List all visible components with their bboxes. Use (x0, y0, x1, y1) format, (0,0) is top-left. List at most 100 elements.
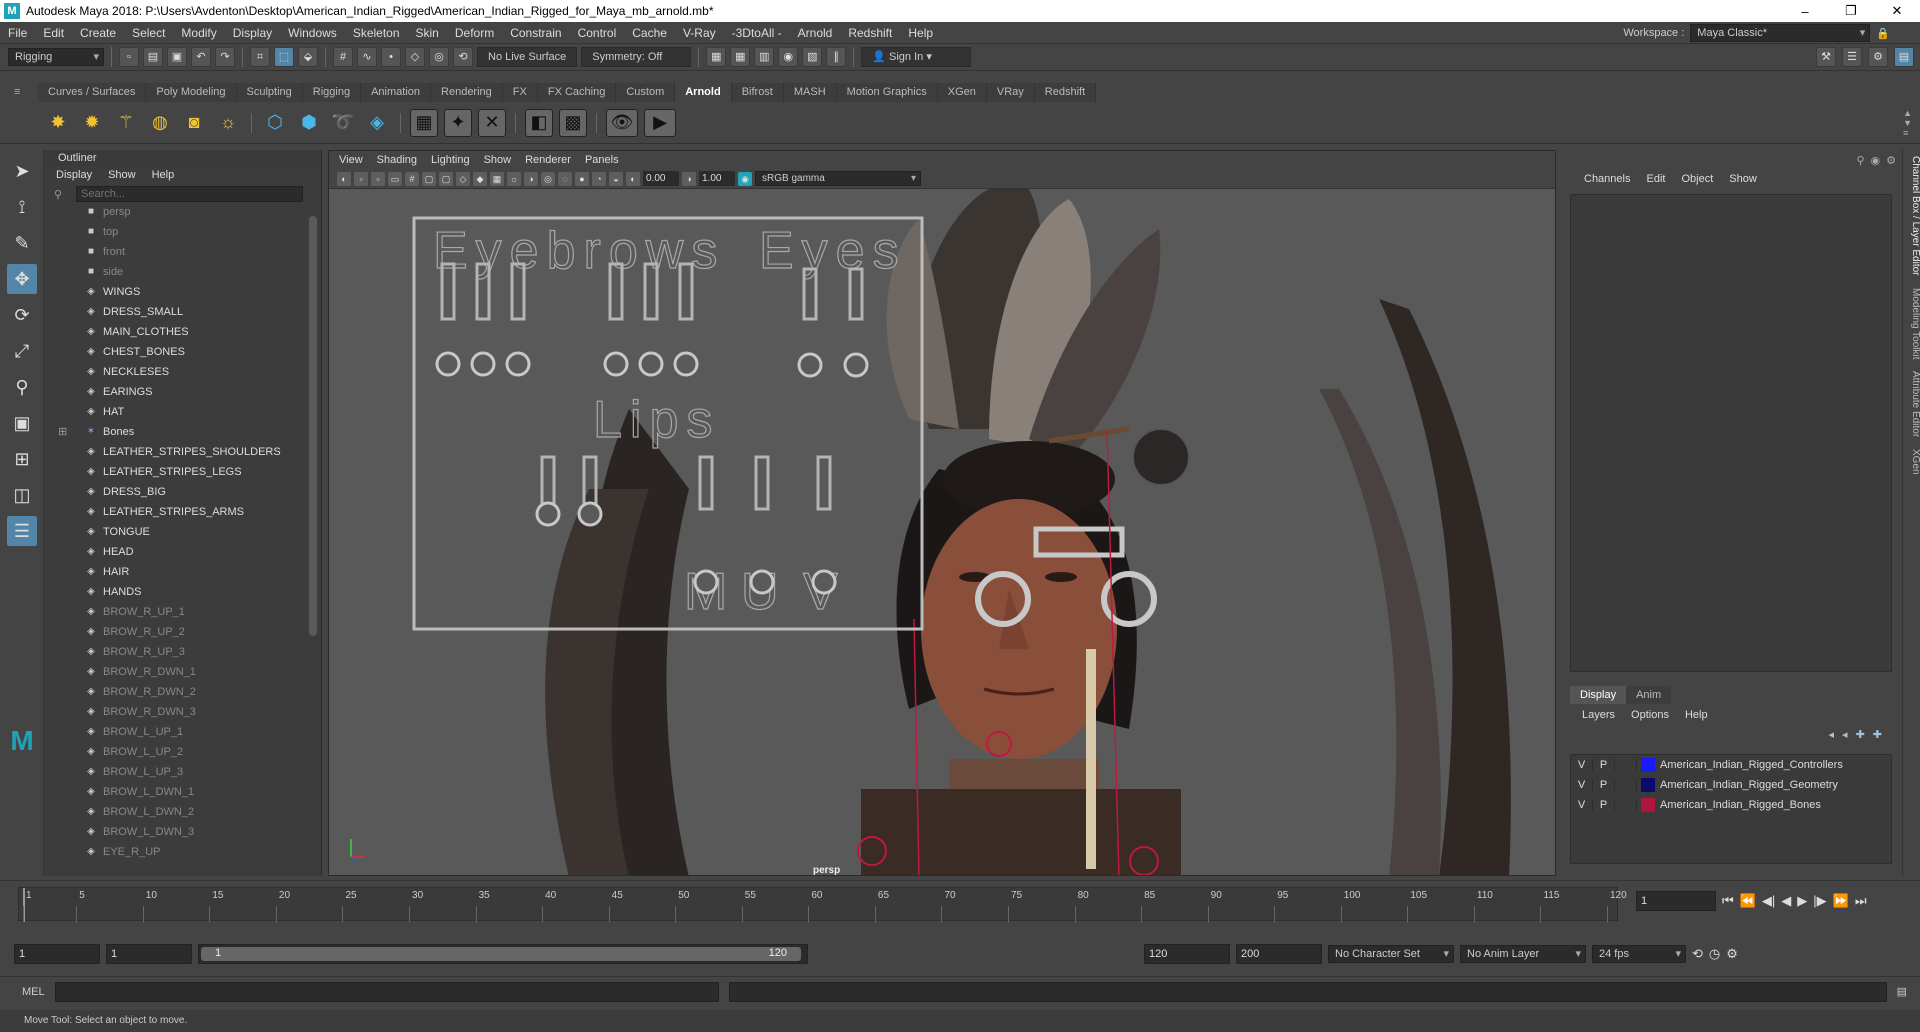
viewport-menu-lighting[interactable]: Lighting (431, 151, 470, 169)
layer-visibility-toggle[interactable]: V (1571, 799, 1593, 811)
shelf-scroll-icon[interactable]: ▲ ▼ ≡ (1903, 108, 1912, 138)
flush-textures-icon[interactable]: ▦ (410, 108, 438, 137)
layer-display-type[interactable] (1615, 779, 1637, 791)
rig-slider-handle[interactable] (749, 569, 775, 595)
outliner-menu-display[interactable]: Display (56, 166, 92, 184)
snap-point-icon[interactable]: • (381, 47, 401, 67)
go-to-end-icon[interactable]: ⏭ (1855, 893, 1867, 909)
outliner-item[interactable]: ◈ BROW_L_DWN_2 (44, 802, 321, 822)
menu-create[interactable]: Create (72, 26, 124, 40)
outliner-item[interactable]: ◈ LEATHER_STRIPES_ARMS (44, 502, 321, 522)
shelf-tab-fx-caching[interactable]: FX Caching (537, 83, 617, 102)
move-layer-down-icon[interactable]: ◂ (1842, 728, 1848, 741)
rig-slider-handle[interactable] (603, 351, 629, 377)
step-forward-frame-icon[interactable]: |▶︎ (1813, 893, 1826, 909)
menu-file[interactable]: File (0, 26, 35, 40)
outliner-item[interactable]: ■ side (44, 262, 321, 282)
shadows-icon[interactable]: ◑ (524, 171, 538, 186)
gamma-field[interactable]: 1.00 (699, 171, 735, 186)
rig-slider-handle[interactable] (435, 351, 461, 377)
shelf-tab-xgen[interactable]: XGen (937, 83, 987, 102)
viewport-menu-panels[interactable]: Panels (585, 151, 619, 169)
ao-icon[interactable]: ● (575, 171, 589, 186)
viewport-menu-show[interactable]: Show (484, 151, 512, 169)
move-tool-icon[interactable]: ✥ (7, 264, 37, 294)
viewport-menu-view[interactable]: View (339, 151, 363, 169)
rig-slider-handle[interactable] (673, 351, 699, 377)
curve-collector-icon[interactable]: ➰ (329, 109, 357, 137)
shelf-tab-redshift[interactable]: Redshift (1034, 83, 1097, 102)
select-object-icon[interactable]: ⬚ (274, 47, 294, 67)
outliner-item[interactable]: ◈ BROW_R_DWN_3 (44, 702, 321, 722)
layer-row[interactable]: VP American_Indian_Rigged_Geometry (1571, 775, 1891, 795)
open-scene-icon[interactable]: ▤ (143, 47, 163, 67)
anim-layer-dropdown[interactable]: No Anim Layer (1460, 945, 1586, 963)
image-plane-icon[interactable]: ▭ (388, 171, 402, 186)
motion-blur-icon[interactable]: ◔ (592, 171, 606, 186)
scene-canvas[interactable]: Eyebrows Eyes Lips M U V persp (329, 189, 1556, 876)
menu--3dtoall-[interactable]: -3DtoAll - (724, 26, 790, 40)
outliner-menu-help[interactable]: Help (152, 166, 175, 184)
layer-color-swatch[interactable] (1641, 798, 1655, 812)
menu-redshift[interactable]: Redshift (840, 26, 900, 40)
aa-icon[interactable]: ◒ (609, 171, 623, 186)
maximize-button[interactable]: ❐ (1828, 3, 1874, 19)
exposure-field[interactable]: 0.00 (643, 171, 679, 186)
menu-constrain[interactable]: Constrain (502, 26, 569, 40)
select-component-icon[interactable]: ⬙ (298, 47, 318, 67)
search-options-icon[interactable]: ⚲ (54, 188, 62, 201)
shelf-tab-fx[interactable]: FX (502, 83, 538, 102)
character-set-dropdown[interactable]: No Character Set (1328, 945, 1454, 963)
select-tool-icon[interactable]: ➤ (7, 156, 37, 186)
channel-box-menu-channels[interactable]: Channels (1584, 170, 1630, 188)
outliner-item[interactable]: ◈ BROW_L_UP_2 (44, 742, 321, 762)
rig-slider-handle[interactable] (693, 569, 719, 595)
channel-box-toggle-icon[interactable]: ⚲ (1856, 154, 1864, 167)
outliner-item[interactable]: ■ persp (44, 202, 321, 222)
channel-box-menu-edit[interactable]: Edit (1646, 170, 1665, 188)
menu-display[interactable]: Display (225, 26, 280, 40)
menu-skin[interactable]: Skin (408, 26, 447, 40)
history-icon[interactable]: ⟲ (453, 47, 473, 67)
viewport-menu-shading[interactable]: Shading (377, 151, 417, 169)
snap-surface-icon[interactable]: ◎ (429, 47, 449, 67)
light-editor-icon[interactable]: ◧ (525, 108, 553, 137)
tool-toggle-icon[interactable]: ⚙ (1886, 154, 1896, 167)
shelf-tab-bifrost[interactable]: Bifrost (731, 83, 784, 102)
flush-cache-icon[interactable]: ✕ (478, 108, 506, 137)
pause-icon[interactable]: ∥ (826, 47, 847, 67)
outliner-item[interactable]: ◈ BROW_R_DWN_1 (44, 662, 321, 682)
snap-grid-icon[interactable]: # (333, 47, 353, 67)
shelf-tab-curves-surfaces[interactable]: Curves / Surfaces (38, 83, 147, 102)
photometric-light-icon[interactable]: ◍ (146, 109, 174, 137)
layer-color-swatch[interactable] (1641, 778, 1655, 792)
shelf-tab-poly-modeling[interactable]: Poly Modeling (146, 83, 237, 102)
bookmark-icon[interactable]: ▫ (371, 171, 385, 186)
exposure-icon[interactable]: ◐ (626, 171, 640, 186)
shelf-tab-sculpting[interactable]: Sculpting (236, 83, 303, 102)
outliner-item[interactable]: ◈ DRESS_BIG (44, 482, 321, 502)
sign-in-dropdown[interactable]: 👤 Sign In ▾ (861, 47, 972, 67)
menu-arnold[interactable]: Arnold (790, 26, 841, 40)
step-back-frame-icon[interactable]: ◀︎| (1762, 893, 1775, 909)
gamma-icon[interactable]: ◑ (682, 171, 696, 186)
shelf-tab-vray[interactable]: VRay (986, 83, 1035, 102)
end-time-field[interactable]: 200 (1236, 944, 1322, 964)
animation-prefs-icon[interactable]: ⚙ (1726, 946, 1738, 962)
script-language-label[interactable]: MEL (22, 986, 45, 998)
attribute-editor-icon[interactable]: ☰ (1842, 47, 1862, 67)
new-layer-from-selected-icon[interactable]: ✚ (1873, 728, 1882, 741)
menu-skeleton[interactable]: Skeleton (345, 26, 408, 40)
outliner-item[interactable]: ◈ HEAD (44, 542, 321, 562)
outliner-item[interactable]: ◈ BROW_R_UP_2 (44, 622, 321, 642)
auto-key-icon[interactable]: ◷ (1709, 946, 1720, 962)
side-tab-channel-box-layer-editor[interactable]: Channel Box / Layer Editor (1903, 150, 1920, 282)
arnold-render-icon[interactable]: ▶ (644, 108, 676, 137)
export-standin-icon[interactable]: ⬢ (295, 109, 323, 137)
save-scene-icon[interactable]: ▣ (167, 47, 187, 67)
go-to-start-icon[interactable]: ⏮ (1722, 893, 1734, 909)
lights-icon[interactable]: ☼ (507, 171, 521, 186)
workspace-dropdown[interactable]: Maya Classic* (1690, 24, 1871, 42)
layer-visibility-toggle[interactable]: V (1571, 759, 1593, 771)
outliner-item[interactable]: ◈ LEATHER_STRIPES_SHOULDERS (44, 442, 321, 462)
